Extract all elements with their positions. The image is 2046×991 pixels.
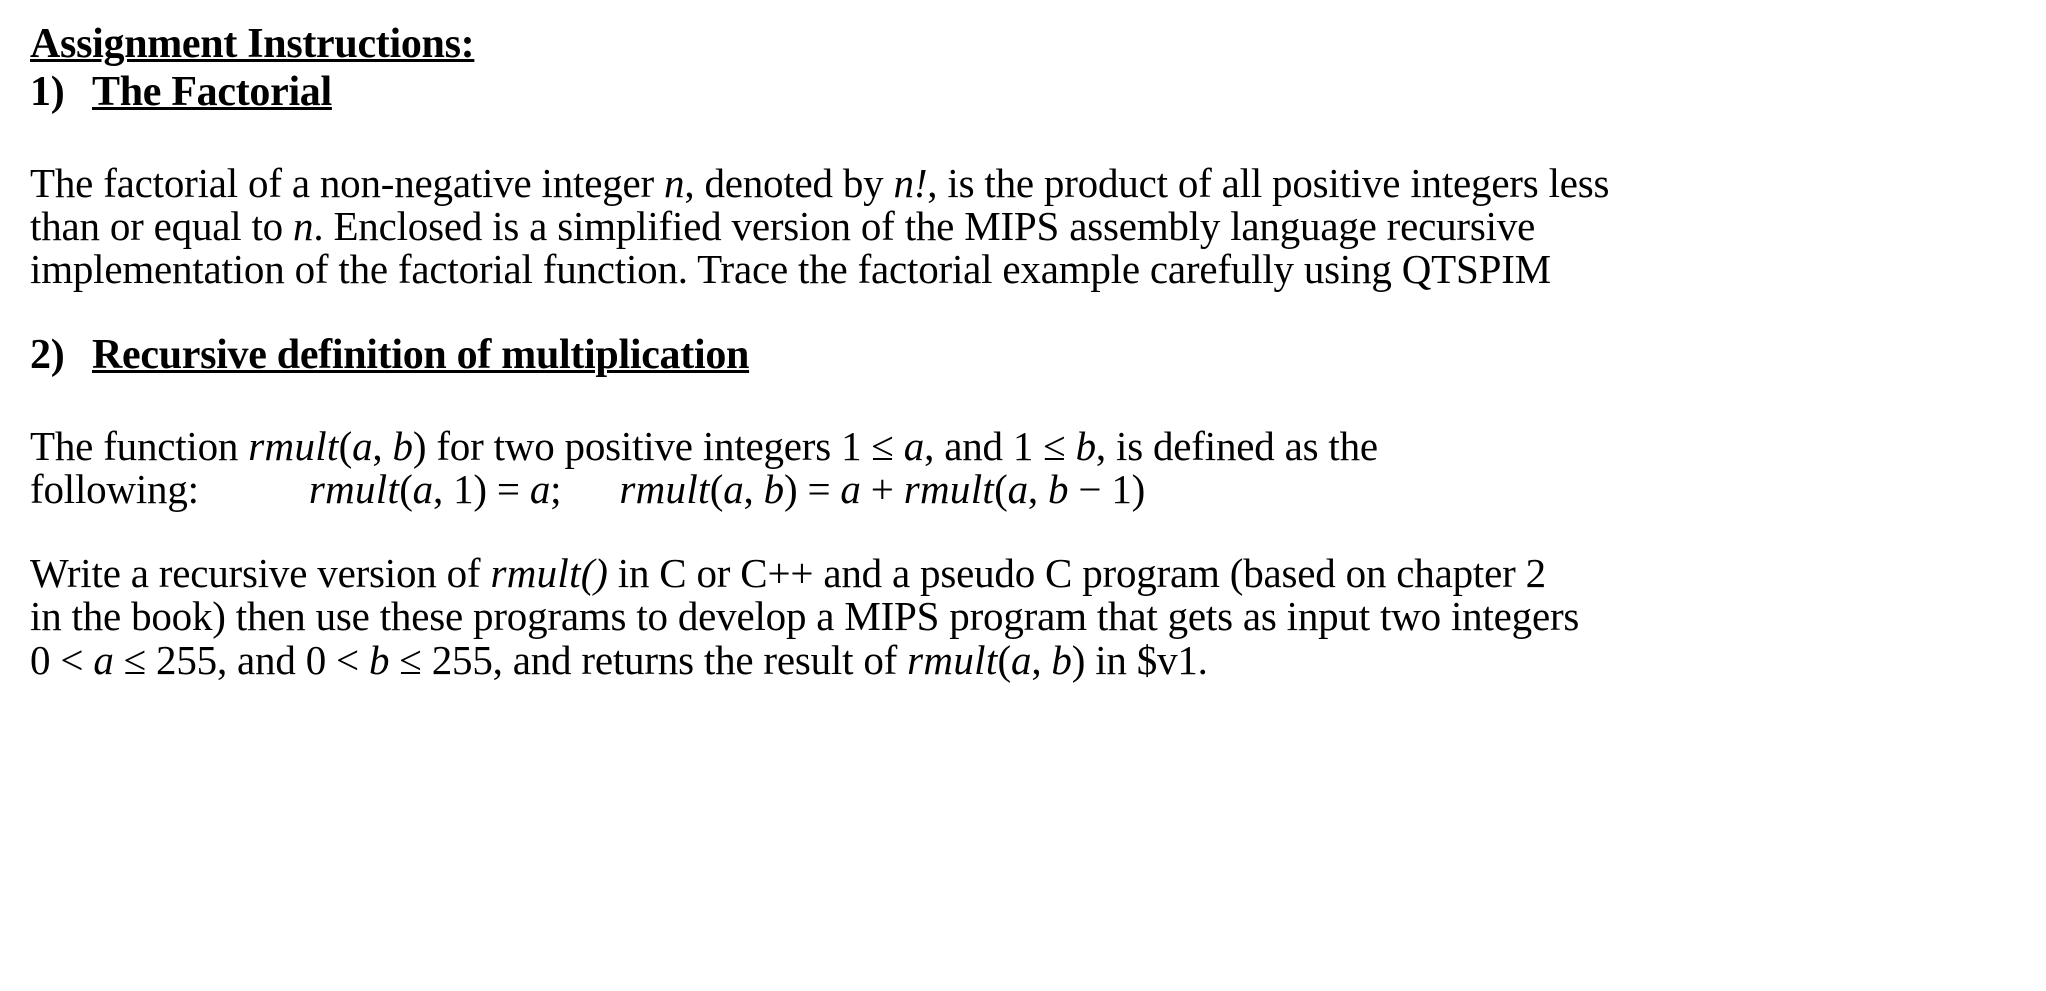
- text-run: ,: [372, 422, 393, 469]
- text-run: 0 <: [30, 636, 94, 683]
- text-run: than or equal to: [30, 203, 294, 249]
- text-run: ) for two positive integers 1: [412, 422, 872, 469]
- paragraph-rmult-definition: The function rmult(a, b) for two positiv…: [30, 422, 1930, 512]
- text-run: (: [338, 422, 353, 469]
- math-variable: a: [1007, 466, 1029, 513]
- math-variable: (): [580, 549, 608, 596]
- text-line: The function rmult(a, b) for two positiv…: [30, 422, 1930, 469]
- paragraph-factorial: The factorial of a non-negative integer …: [30, 159, 1930, 292]
- text-run: The factorial of a non-negative integer: [30, 159, 665, 206]
- text-line: following: rmult(a, 1) = a; rmult(a, b) = …: [30, 468, 1930, 511]
- math-variable: n!: [893, 159, 928, 206]
- text-line: Write a recursive version of rmult() in …: [30, 549, 1930, 596]
- text-line: The factorial of a non-negative integer …: [30, 159, 1930, 206]
- section-title-2: Recursive definition of multiplication: [92, 331, 750, 378]
- text-run: , denoted by: [684, 159, 894, 206]
- text-line: than or equal to n. Enclosed is a simpli…: [30, 203, 1930, 249]
- text-run: in C or C++ and a pseudo C program (base…: [607, 549, 1546, 596]
- math-variable: b: [369, 636, 390, 683]
- math-variable: a: [412, 466, 434, 513]
- math-function-name: rmult: [903, 466, 995, 513]
- text-run: ≤ 255, and returns the result of: [389, 636, 908, 683]
- math-variable: b: [1048, 466, 1069, 513]
- math-function-name: rmult: [308, 466, 400, 513]
- text-run: , and 1: [924, 422, 1044, 469]
- math-variable: a: [529, 466, 551, 513]
- math-variable: a: [840, 466, 861, 513]
- text-run: The function: [30, 422, 249, 469]
- text-run: following:: [30, 466, 199, 513]
- math-variable: a: [352, 422, 373, 469]
- math-variable: b: [1051, 636, 1072, 683]
- math-function-name: rmult: [248, 422, 339, 469]
- text-run: ) =: [783, 466, 841, 513]
- page-title: Assignment Instructions:: [30, 22, 1930, 67]
- text-run: ,: [743, 466, 764, 513]
- text-run: , is the product of all positive integer…: [927, 159, 1610, 206]
- text-run: , is defined as the: [1095, 422, 1378, 469]
- math-variable: a: [93, 636, 114, 683]
- text-run: [1066, 423, 1076, 469]
- paragraph-assignment-task: Write a recursive version of rmult() in …: [30, 549, 1930, 683]
- text-run: implementation of the factorial function…: [30, 246, 1551, 293]
- math-variable: a: [903, 422, 925, 469]
- text-run: in the book) then use these programs to …: [30, 593, 1580, 640]
- math-variable: n: [664, 159, 685, 206]
- text-run: . Enclosed is a simplified version of th…: [313, 203, 1536, 249]
- text-run: ≤ 255, and 0 <: [113, 636, 370, 683]
- text-run: ) in $v1.: [1071, 636, 1208, 683]
- section-title-1: The Factorial: [92, 68, 332, 115]
- text-line: implementation of the factorial function…: [30, 248, 1930, 291]
- text-run: ,: [1031, 636, 1052, 683]
- math-function-name: rmult: [490, 549, 581, 596]
- text-run: Write a recursive version of: [30, 549, 491, 596]
- section-heading-1: 1) The Factorial: [30, 69, 1930, 116]
- math-function-name: rmult: [907, 636, 998, 683]
- math-variable: b: [763, 466, 785, 513]
- math-variable: a: [1011, 636, 1032, 683]
- section-heading-2: 2) Recursive definition of multiplication: [30, 332, 1930, 379]
- text-run: , 1) =: [432, 466, 530, 513]
- text-run: (: [994, 466, 1008, 513]
- math-function-name: rmult: [619, 466, 710, 513]
- text-run: (: [709, 466, 724, 513]
- text-run: − 1): [1068, 466, 1146, 513]
- section-number-1: 1): [30, 68, 65, 115]
- math-variable: b: [392, 422, 414, 469]
- text-run: +: [860, 466, 904, 513]
- math-variable: a: [723, 466, 744, 513]
- text-run: ≤: [1043, 422, 1066, 469]
- math-variable: b: [1075, 422, 1097, 469]
- document-content: Assignment Instructions: 1) The Factorial…: [30, 22, 1930, 682]
- page-title-text: Assignment Instructions:: [30, 21, 475, 67]
- text-run: [894, 423, 904, 469]
- text-run: ;: [550, 466, 562, 513]
- text-run: (: [399, 466, 413, 513]
- section-number-2: 2): [30, 331, 65, 378]
- text-run: (: [997, 636, 1012, 683]
- math-variable: n: [293, 203, 314, 249]
- text-run: ,: [1027, 466, 1049, 513]
- text-line: in the book) then use these programs to …: [30, 595, 1930, 638]
- text-line: 0 < a ≤ 255, and 0 < b ≤ 255, and return…: [30, 636, 1930, 683]
- text-run: ≤: [871, 422, 894, 469]
- document-page: Assignment Instructions: 1) The Factorial…: [0, 0, 2046, 991]
